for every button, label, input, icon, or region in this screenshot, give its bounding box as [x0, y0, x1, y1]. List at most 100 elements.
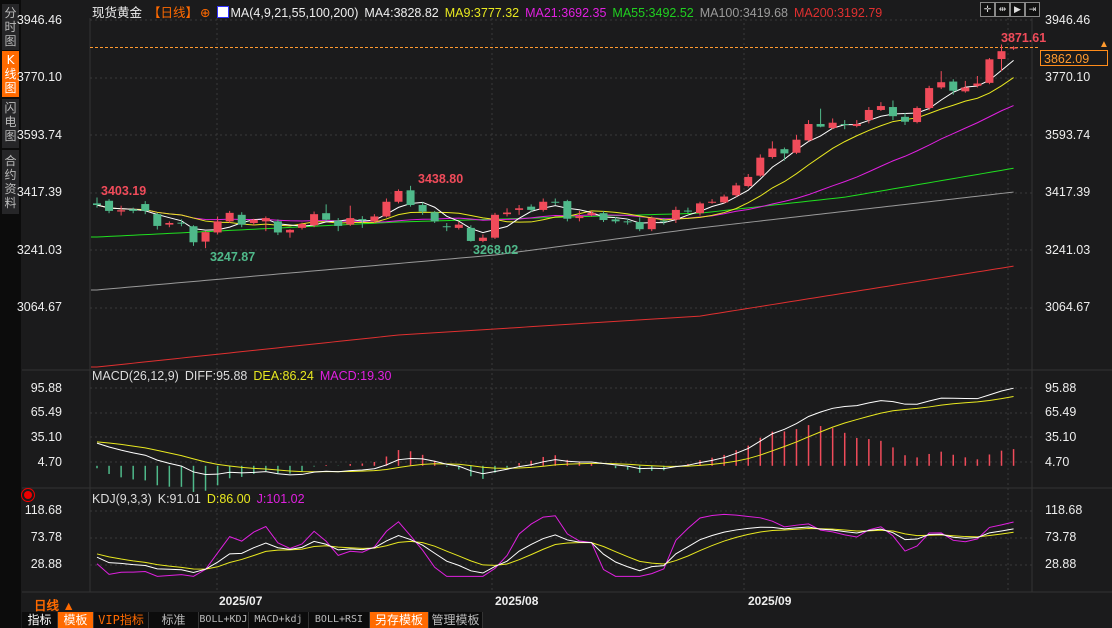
candle-body: [189, 226, 198, 243]
candle-body: [876, 106, 885, 110]
zoom-range-icon[interactable]: ⇹: [995, 2, 1010, 17]
chart-canvas[interactable]: [0, 0, 1112, 628]
instrument-name: 现货黄金: [92, 6, 143, 20]
price-tick-left: 3417.39: [16, 185, 62, 199]
candle-body: [611, 219, 620, 222]
candle-body: [792, 139, 801, 153]
candle-body: [997, 51, 1006, 60]
ma100-value: MA100:3419.68: [699, 6, 788, 20]
candle-body: [213, 221, 222, 233]
candle: [647, 216, 656, 232]
price-alert-icon[interactable]: ▲: [1099, 39, 1109, 50]
candle-body: [647, 218, 656, 230]
candle-body: [816, 124, 825, 127]
candle-body: [515, 208, 524, 210]
candle: [225, 210, 234, 223]
candle-body: [382, 201, 391, 217]
candle: [551, 198, 560, 206]
candle-body: [768, 148, 777, 158]
candle: [913, 106, 922, 124]
candle-body: [696, 203, 704, 214]
macd-tick: 95.88: [1045, 381, 1077, 395]
ma21-value: MA21:3692.35: [525, 6, 607, 20]
candle-body: [394, 190, 403, 202]
candle-body: [490, 214, 499, 238]
candle-body: [708, 201, 717, 203]
candle: [720, 194, 729, 204]
kdj-tick: 28.88: [30, 557, 62, 571]
candle: [985, 58, 994, 85]
candle: [394, 189, 403, 204]
candle-body: [370, 216, 379, 222]
tab-indicators[interactable]: 指标: [22, 612, 58, 628]
crosshair-icon[interactable]: ✛: [980, 2, 995, 17]
candle: [346, 205, 355, 226]
tab-standard[interactable]: 标准: [149, 612, 199, 628]
candle-body: [346, 218, 355, 225]
play-icon[interactable]: ▶: [1010, 2, 1025, 17]
macd-label[interactable]: MACD(26,12,9): [92, 369, 179, 383]
kdj-tick: 73.78: [1045, 530, 1077, 544]
candle: [237, 212, 246, 228]
alert-indicator-icon[interactable]: [24, 491, 32, 499]
candle-body: [334, 220, 343, 226]
candle-body: [285, 229, 294, 233]
candle-body: [683, 210, 692, 212]
kdj-j: J:101.02: [256, 492, 305, 506]
candle-body: [852, 124, 861, 126]
candle: [539, 198, 548, 212]
tab-save-template[interactable]: 另存模板: [370, 612, 429, 628]
ma-settings-icon[interactable]: [216, 6, 229, 18]
ma4-line: [96, 60, 1014, 234]
price-tick-right: 3946.46: [1045, 13, 1091, 27]
macd-tick: 35.10: [30, 430, 62, 444]
tab-templates[interactable]: 模板: [58, 612, 94, 628]
candle-body: [249, 219, 258, 223]
macd-tick: 35.10: [1045, 430, 1077, 444]
candle-body: [744, 176, 753, 187]
macd-legend: MACD(26,12,9) DIFF:95.88 DEA:86.24 MACD:19.…: [92, 369, 397, 383]
candle-body: [478, 237, 487, 241]
candle: [406, 185, 415, 207]
low-annotation: 3268.02: [473, 243, 519, 257]
date-label: 2025/08: [495, 594, 539, 608]
ma-label[interactable]: MA(4,9,21,55,100,200): [231, 6, 359, 20]
kdj-label[interactable]: KDJ(9,3,3): [92, 492, 152, 506]
candle-body: [635, 222, 644, 230]
candle: [744, 173, 753, 188]
kdj-k: K:91.01: [157, 492, 201, 506]
ma9-value: MA9:3777.32: [444, 6, 520, 20]
high-annotation: 3871.61: [1001, 31, 1047, 45]
candle: [599, 210, 608, 223]
jump-end-icon[interactable]: ⇥: [1025, 2, 1040, 17]
tab-boll-rsi[interactable]: BOLL+RSI: [309, 612, 370, 628]
tab-manage-templates[interactable]: 管理模板: [429, 612, 483, 628]
kdj-legend: KDJ(9,3,3) K:91.01 D:86.00 J:101.02: [92, 492, 311, 506]
candle: [1009, 46, 1018, 50]
candle-body: [961, 87, 970, 92]
candle: [273, 219, 282, 236]
price-tick-right: 3417.39: [1045, 185, 1091, 199]
chart-header: 现货黄金 【日线】 ⊕ MA(4,9,21,55,100,200) MA4:3828.8…: [92, 2, 888, 21]
candle-body: [949, 81, 958, 91]
price-tick-right: 3064.67: [1045, 300, 1091, 314]
candle: [153, 212, 162, 230]
macd-diff: DIFF:95.88: [184, 369, 248, 383]
candle: [490, 212, 499, 239]
tab-macd-kdj[interactable]: MACD+kdj: [249, 612, 309, 628]
candle: [418, 202, 427, 215]
tab-vip-indicators[interactable]: VIP指标: [94, 612, 149, 628]
price-tick-left: 3241.03: [16, 243, 62, 257]
candle-body: [888, 107, 897, 117]
candle: [816, 108, 825, 128]
candle: [382, 198, 391, 218]
ma200-line: [90, 265, 1014, 368]
candle-body: [925, 88, 934, 109]
candle-body: [563, 201, 572, 219]
tab-boll-kdj[interactable]: BOLL+KDJ: [199, 612, 249, 628]
ma200-value: MA200:3192.79: [794, 6, 883, 20]
candle-body: [780, 149, 789, 154]
candle: [780, 147, 789, 161]
candle-body: [937, 82, 946, 88]
crosshair-toggle-icon[interactable]: ⊕: [200, 6, 210, 20]
